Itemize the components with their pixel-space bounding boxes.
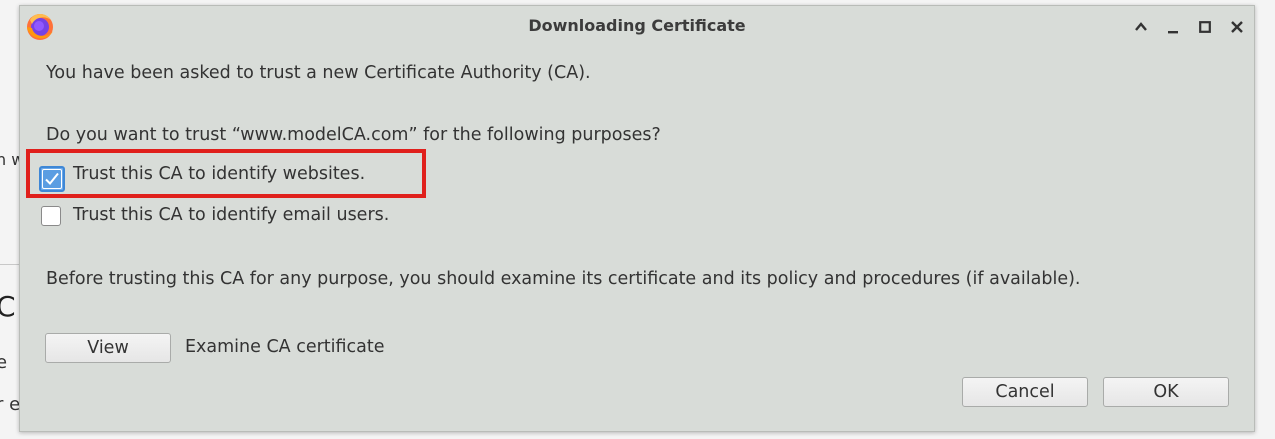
examine-label: Examine CA certificate <box>185 337 385 357</box>
background-text-fragment: r e <box>0 394 21 415</box>
advice-text: Before trusting this CA for any purpose,… <box>46 269 1081 289</box>
maximize-icon[interactable] <box>1196 18 1214 36</box>
view-button[interactable]: View <box>45 333 171 363</box>
titlebar[interactable]: Downloading Certificate <box>20 6 1254 46</box>
checkbox-fill <box>42 169 62 189</box>
certificate-dialog: Downloading Certificate You have been as… <box>19 5 1255 432</box>
checkmark-icon <box>45 172 59 185</box>
window-controls <box>1132 18 1246 36</box>
background-text-fragment: C <box>0 290 16 323</box>
trust-email-label[interactable]: Trust this CA to identify email users. <box>73 205 389 225</box>
background-text-fragment: e <box>0 352 8 373</box>
minimize-icon[interactable] <box>1164 18 1182 36</box>
cancel-button[interactable]: Cancel <box>962 377 1088 407</box>
intro-text: You have been asked to trust a new Certi… <box>46 63 591 83</box>
window-title: Downloading Certificate <box>528 16 746 35</box>
trust-question: Do you want to trust “www.modelCA.com” f… <box>46 125 661 145</box>
close-icon[interactable] <box>1228 18 1246 36</box>
trust-websites-checkbox[interactable] <box>39 166 65 192</box>
trust-websites-label[interactable]: Trust this CA to identify websites. <box>73 164 365 184</box>
trust-email-checkbox[interactable] <box>41 206 61 226</box>
ok-button[interactable]: OK <box>1103 377 1229 407</box>
chevron-up-icon[interactable] <box>1132 18 1150 36</box>
